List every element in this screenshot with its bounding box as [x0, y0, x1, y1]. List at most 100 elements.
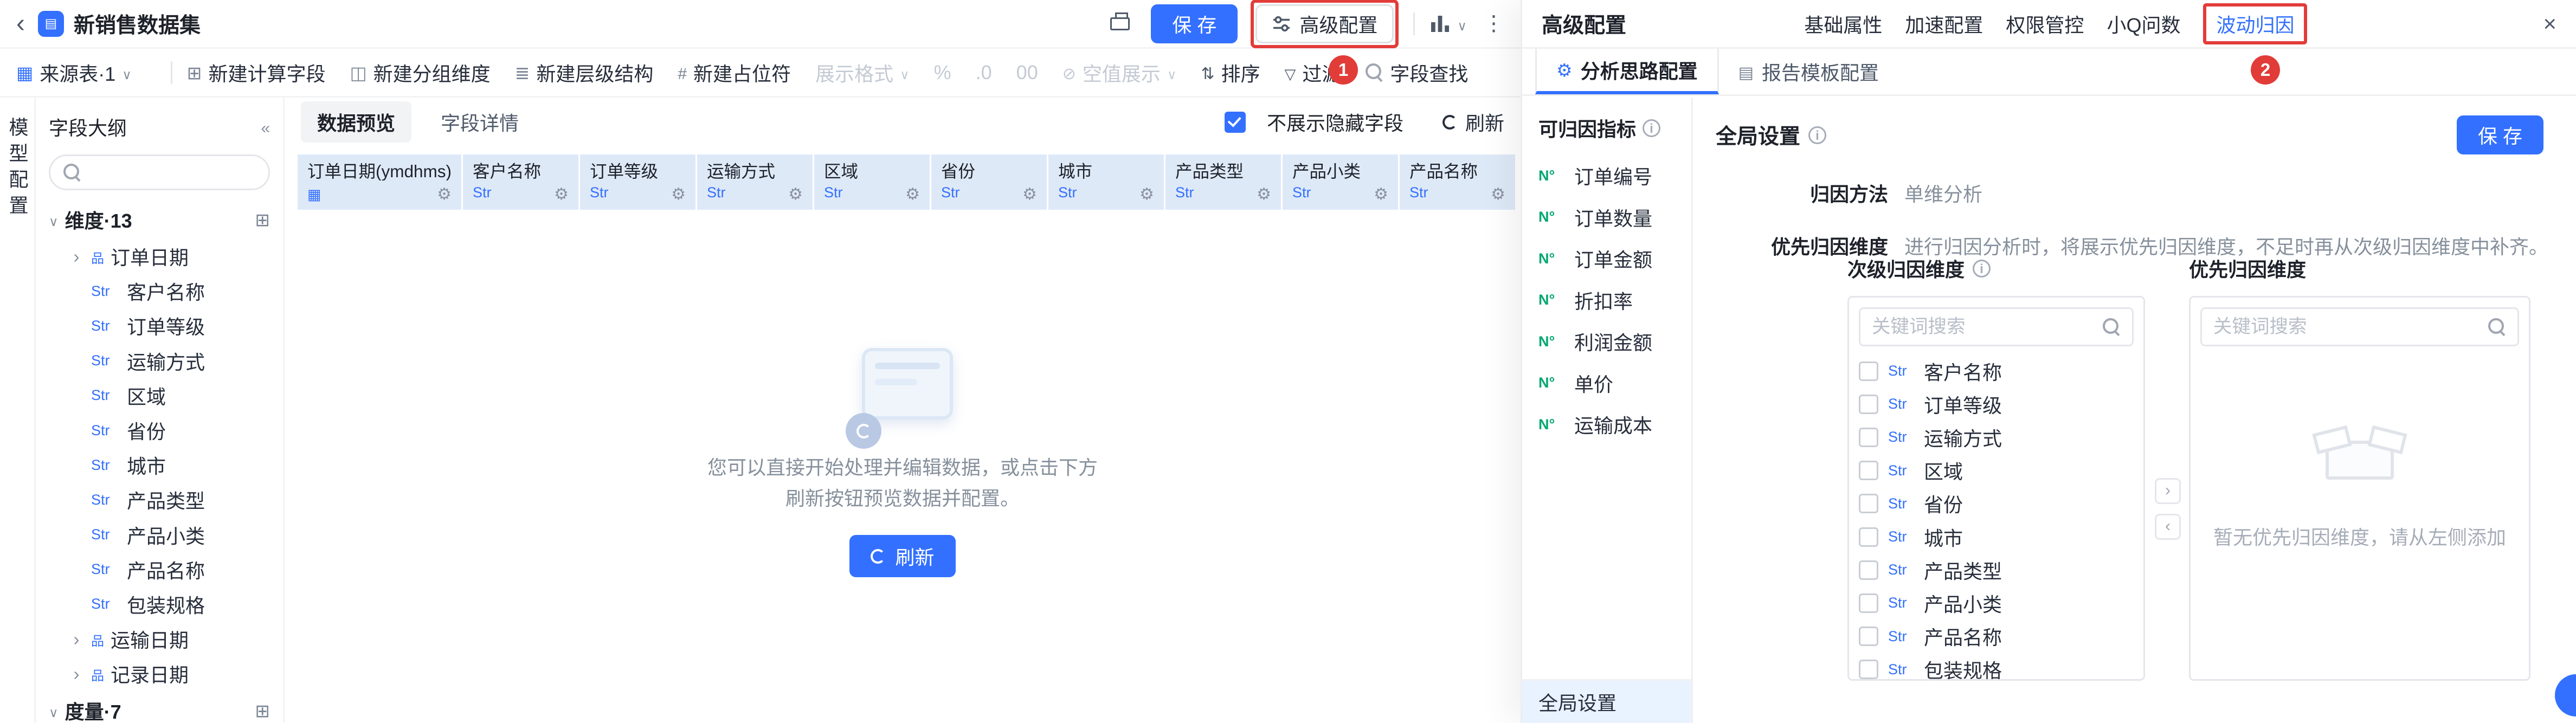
save-button[interactable]: 保 存 [1151, 4, 1238, 43]
increase-decimal-button[interactable]: 00 [1016, 61, 1038, 84]
table-column-header[interactable]: 省份 Str [931, 154, 1048, 210]
global-settings-item[interactable]: 全局设置 [1522, 679, 1691, 723]
field-tree-item[interactable]: Str 产品名称 [49, 552, 270, 587]
secondary-search-input[interactable] [1872, 317, 2095, 338]
table-column-header[interactable]: 城市 Str [1048, 154, 1165, 210]
metric-item[interactable]: N° 订单编号 [1522, 155, 1691, 197]
gear-icon[interactable] [554, 183, 569, 203]
percent-format-button[interactable]: % [934, 61, 951, 84]
sort-button[interactable]: 排序 [1201, 59, 1260, 87]
info-icon[interactable] [1808, 126, 1826, 144]
chart-type-button[interactable] [1429, 14, 1467, 34]
table-column-header[interactable]: 客户名称 Str [463, 154, 580, 210]
subtab-report-template[interactable]: 报告模板配置 [1719, 49, 1898, 94]
checkbox[interactable] [1859, 461, 1878, 480]
info-icon[interactable] [1973, 260, 1991, 277]
table-column-header[interactable]: 产品类型 Str [1165, 154, 1283, 210]
field-search-button[interactable]: 字段查找 [1366, 59, 1468, 87]
metric-item[interactable]: N° 单价 [1522, 363, 1691, 404]
gear-icon[interactable] [1139, 183, 1154, 203]
subtab-analysis-config[interactable]: 分析思路配置 [1535, 49, 1719, 94]
gear-icon[interactable] [671, 183, 686, 203]
dimension-group-row[interactable]: 维度·13 [49, 200, 270, 239]
expand-icon[interactable] [68, 664, 85, 683]
metric-item[interactable]: N° 运输成本 [1522, 404, 1691, 446]
priority-search-box[interactable] [2200, 307, 2519, 346]
source-table-dropdown[interactable]: 来源表·1 [16, 59, 132, 87]
display-format-dropdown[interactable]: 展示格式 [815, 59, 910, 87]
tab-field-detail[interactable]: 字段详情 [424, 101, 535, 143]
table-column-header[interactable]: 运输方式 Str [697, 154, 814, 210]
measure-group-row[interactable]: 度量·7 [49, 691, 270, 723]
gear-icon[interactable] [1491, 183, 1505, 203]
checkbox[interactable] [1859, 627, 1878, 646]
refresh-button-main[interactable]: 刷新 [849, 535, 955, 577]
checkbox[interactable] [1859, 362, 1878, 381]
new-calc-field-button[interactable]: 新建计算字段 [187, 59, 326, 87]
tab-acceleration-config[interactable]: 加速配置 [1905, 10, 1983, 38]
dimension-option[interactable]: Str 产品名称 [1859, 620, 2134, 653]
more-menu-icon[interactable] [1483, 13, 1504, 34]
dimension-option[interactable]: Str 产品类型 [1859, 553, 2134, 586]
field-tree-item[interactable]: Str 省份 [49, 413, 270, 448]
table-column-header[interactable]: 订单等级 Str [580, 154, 697, 210]
tab-data-preview[interactable]: 数据预览 [301, 101, 411, 143]
new-placeholder-button[interactable]: 新建占位符 [678, 59, 791, 87]
gear-icon[interactable] [905, 183, 920, 203]
checkbox[interactable] [1859, 593, 1878, 613]
checkbox[interactable] [1859, 660, 1878, 679]
dimension-option[interactable]: Str 省份 [1859, 487, 2134, 520]
expand-icon[interactable] [68, 629, 85, 649]
field-tree-item[interactable]: 运输日期 [49, 622, 270, 656]
dimension-option[interactable]: Str 包装规格 [1859, 653, 2134, 681]
collapse-panel-icon[interactable] [261, 117, 270, 137]
field-tree-item[interactable]: Str 产品小类 [49, 518, 270, 552]
back-icon[interactable] [16, 11, 25, 37]
field-search-input[interactable] [89, 162, 255, 183]
metric-item[interactable]: N° 折扣率 [1522, 280, 1691, 321]
metric-item[interactable]: N° 利润金额 [1522, 321, 1691, 363]
model-config-nav[interactable]: 模型配置 [3, 117, 31, 221]
move-left-button[interactable]: ‹ [2155, 514, 2181, 540]
dialog-save-button[interactable]: 保 存 [2457, 115, 2543, 154]
print-icon[interactable] [1110, 17, 1130, 30]
field-search-box[interactable] [49, 154, 270, 190]
checkbox[interactable] [1859, 494, 1878, 513]
hide-hidden-fields-checkbox[interactable] [1225, 112, 1246, 133]
gear-icon[interactable] [1257, 183, 1271, 203]
add-field-icon[interactable] [255, 701, 270, 720]
metric-item[interactable]: N° 订单金额 [1522, 238, 1691, 280]
field-tree-item[interactable]: Str 产品类型 [49, 482, 270, 517]
field-tree-item[interactable]: Str 包装规格 [49, 587, 270, 622]
tab-xiaoq-query[interactable]: 小Q问数 [2107, 10, 2180, 38]
metric-item[interactable]: N° 订单数量 [1522, 197, 1691, 238]
tab-basic-properties[interactable]: 基础属性 [1804, 10, 1882, 38]
field-tree-item[interactable]: Str 订单等级 [49, 308, 270, 343]
dimension-option[interactable]: Str 产品小类 [1859, 586, 2134, 619]
checkbox[interactable] [1859, 395, 1878, 414]
gear-icon[interactable] [1374, 183, 1388, 203]
tab-permission-control[interactable]: 权限管控 [2006, 10, 2084, 38]
null-display-dropdown[interactable]: 空值展示 [1062, 59, 1177, 87]
tab-fluctuation-attribution[interactable]: 波动归因 [2216, 10, 2294, 38]
dimension-option[interactable]: Str 城市 [1859, 520, 2134, 553]
add-field-icon[interactable] [255, 210, 270, 229]
expand-icon[interactable] [68, 247, 85, 266]
field-tree-item[interactable]: 记录日期 [49, 656, 270, 691]
dimension-option[interactable]: Str 运输方式 [1859, 421, 2134, 454]
dimension-option[interactable]: Str 客户名称 [1859, 354, 2134, 388]
gear-icon[interactable] [1022, 183, 1037, 203]
new-hierarchy-button[interactable]: 新建层级结构 [515, 59, 654, 87]
field-tree-item[interactable]: Str 城市 [49, 448, 270, 482]
close-icon[interactable]: × [2543, 11, 2556, 37]
field-tree-item[interactable]: Str 区域 [49, 378, 270, 413]
table-column-header[interactable]: 订单日期(ymdhms) [298, 154, 463, 210]
table-column-header[interactable]: 产品小类 Str [1283, 154, 1400, 210]
checkbox[interactable] [1859, 428, 1878, 447]
priority-search-input[interactable] [2213, 317, 2480, 338]
new-group-dimension-button[interactable]: 新建分组维度 [350, 59, 490, 87]
advanced-config-button[interactable]: 高级配置 [1255, 4, 1394, 43]
gear-icon[interactable] [788, 183, 803, 203]
secondary-search-box[interactable] [1859, 307, 2134, 346]
field-tree-item[interactable]: Str 客户名称 [49, 274, 270, 308]
